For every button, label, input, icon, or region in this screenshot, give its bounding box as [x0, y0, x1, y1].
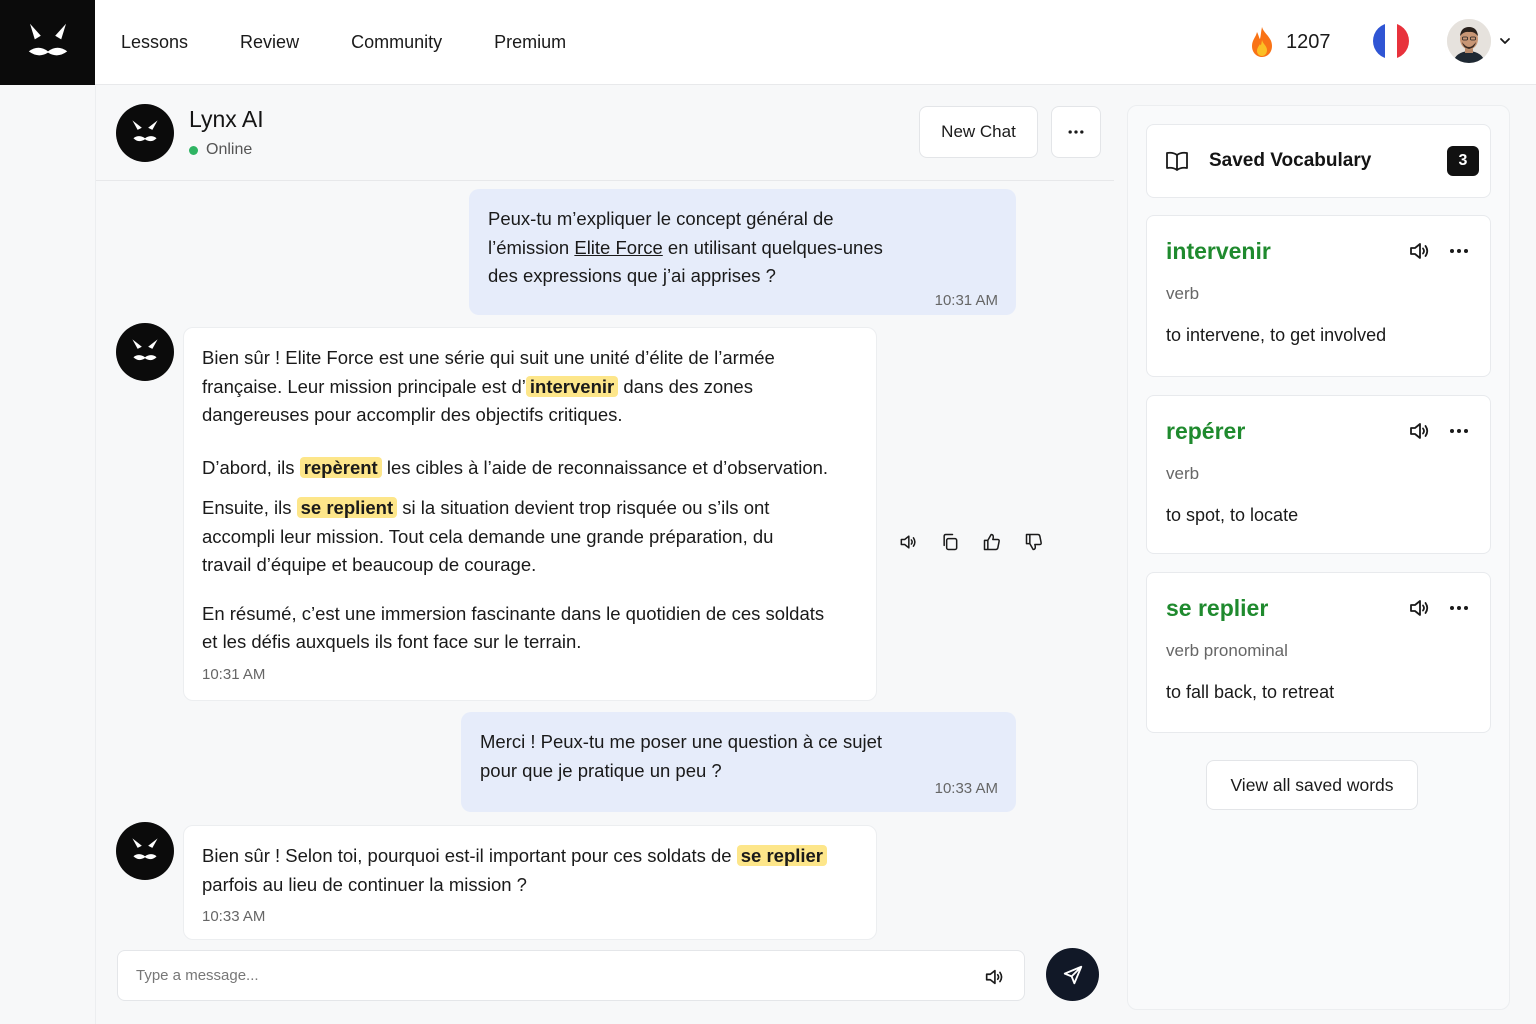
speaker-icon[interactable] — [1407, 596, 1431, 620]
message-text: Bien sûr ! Selon toi, pourquoi est-il im… — [202, 845, 737, 866]
bot-avatar — [116, 104, 174, 162]
message-actions — [898, 532, 1044, 552]
more-icon[interactable] — [1447, 419, 1471, 443]
show-link[interactable]: Elite Force — [574, 237, 662, 258]
thumbs-down-icon[interactable] — [1024, 532, 1044, 552]
nav-item-premium[interactable]: Premium — [494, 32, 566, 53]
vocab-definition: to spot, to locate — [1166, 505, 1299, 525]
saved-vocabulary-title: Saved Vocabulary — [1209, 150, 1372, 171]
message-line: Bien sûr ! Elite Force est une série qui… — [202, 347, 775, 368]
vocab-card[interactable]: se replier verb pronominal to fall back,… — [1146, 572, 1491, 733]
message-line: Bien sûr ! Selon toi, pourquoi est-il im… — [202, 842, 858, 871]
vocab-definition: to fall back, to retreat — [1166, 682, 1335, 702]
message-line: D’abord, ils repèrent les cibles à l’aid… — [202, 454, 858, 483]
streak-count: 1207 — [1286, 30, 1331, 53]
message-line: Merci ! Peux-tu me poser une question à … — [480, 731, 883, 752]
message-composer — [117, 950, 1025, 1001]
vocab-highlight[interactable]: se replient — [296, 497, 398, 518]
message-input[interactable] — [136, 951, 956, 1000]
saved-vocabulary-panel: Saved Vocabulary 3 intervenir verb to in… — [1127, 105, 1510, 1010]
vocab-card[interactable]: intervenir verb to intervene, to get inv… — [1146, 215, 1491, 377]
message-line: accompli leur mission. Tout cela demande… — [202, 525, 774, 547]
avatar[interactable] — [1447, 19, 1491, 63]
message-line: parfois au lieu de continuer la mission … — [202, 873, 527, 895]
more-icon[interactable] — [1447, 239, 1471, 263]
message-line: l’émission Elite Force en utilisant quel… — [488, 234, 998, 263]
speaker-icon[interactable] — [1407, 239, 1431, 263]
bot-status: Online — [189, 141, 252, 159]
message-line: et les défis auxquels ils font face sur … — [202, 631, 582, 652]
nav-item-lessons[interactable]: Lessons — [121, 32, 188, 53]
more-icon — [1066, 122, 1086, 142]
vocab-part-of-speech: verb pronominal — [1166, 641, 1288, 660]
speaker-icon[interactable] — [983, 966, 1005, 988]
speaker-icon[interactable] — [1407, 419, 1431, 443]
vocab-highlight[interactable]: intervenir — [525, 375, 619, 397]
message-text: française. Leur mission principale est d… — [202, 375, 526, 397]
message-text: D’abord, ils — [202, 456, 300, 478]
nav-item-community[interactable]: Community — [351, 32, 442, 53]
bot-name: Lynx AI — [189, 106, 264, 132]
vocab-word: repérer — [1166, 418, 1246, 444]
view-all-saved-words-button[interactable]: View all saved words — [1206, 760, 1418, 810]
message-text: l’émission — [488, 236, 575, 258]
send-icon — [1063, 965, 1082, 984]
vocab-card[interactable]: repérer verb to spot, to locate — [1146, 395, 1491, 554]
bot-status-text: Online — [206, 141, 253, 158]
saved-vocabulary-header[interactable]: Saved Vocabulary 3 — [1146, 124, 1491, 198]
nav-item-review[interactable]: Review — [240, 32, 299, 53]
bot-avatar — [116, 822, 174, 880]
vocab-highlight[interactable]: repèrent — [299, 456, 382, 478]
chat-panel: Lynx AI Online New Chat Peux-tu m’expliq… — [95, 86, 1114, 1024]
new-chat-button[interactable]: New Chat — [919, 106, 1038, 158]
message-text: Ensuite, ils — [202, 497, 297, 518]
speaker-icon[interactable] — [898, 532, 918, 552]
message-line: En résumé, c’est une immersion fascinant… — [202, 602, 825, 624]
message-line: Peux-tu m’expliquer le concept général d… — [488, 208, 834, 229]
message-timestamp: 10:31 AM — [202, 665, 266, 683]
chat-header: Lynx AI Online New Chat — [96, 86, 1114, 181]
message-line: dangereuses pour accomplir des objectifs… — [202, 404, 623, 425]
user-message: Peux-tu m’expliquer le concept général d… — [469, 189, 1016, 315]
message-line: Ensuite, ils se replient si la situation… — [202, 494, 858, 523]
message-line: des expressions que j’ai apprises ? — [488, 265, 776, 286]
saved-count-badge: 3 — [1447, 146, 1479, 176]
message-line: française. Leur mission principale est d… — [202, 373, 858, 402]
message-timestamp: 10:33 AM — [202, 908, 266, 925]
vocab-highlight[interactable]: se replier — [736, 845, 828, 866]
vocab-word: se replier — [1166, 595, 1269, 621]
bot-avatar — [116, 323, 174, 381]
thumbs-up-icon[interactable] — [982, 532, 1002, 552]
message-text: dans des zones — [618, 375, 753, 397]
lynx-logo-icon[interactable] — [0, 0, 95, 85]
book-icon — [1166, 151, 1188, 171]
bot-message: Bien sûr ! Elite Force est une série qui… — [183, 327, 877, 701]
message-text: si la situation devient trop risquée ou … — [397, 497, 770, 518]
streak-counter[interactable]: 1207 — [1248, 26, 1331, 58]
vocab-part-of-speech: verb — [1166, 284, 1200, 303]
online-indicator — [189, 145, 198, 155]
send-button[interactable] — [1046, 948, 1099, 1001]
french-flag-icon[interactable] — [1373, 23, 1409, 59]
vocab-word: intervenir — [1166, 238, 1271, 264]
message-timestamp: 10:31 AM — [934, 291, 998, 309]
message-text: en utilisant quelques-unes — [662, 236, 883, 258]
vocab-definition: to intervene, to get involved — [1166, 325, 1387, 345]
chevron-down-icon[interactable] — [1498, 34, 1512, 48]
bot-message: Bien sûr ! Selon toi, pourquoi est-il im… — [183, 825, 877, 940]
copy-icon[interactable] — [940, 532, 960, 552]
top-navigation-bar: Lessons Review Community Premium 1207 — [0, 0, 1536, 85]
message-line: travail d’équipe et beaucoup de courage. — [202, 554, 537, 575]
main-nav: Lessons Review Community Premium — [121, 0, 618, 84]
message-text: les cibles à l’aide de reconnaissance et… — [381, 456, 829, 478]
flame-icon — [1252, 27, 1272, 57]
more-icon[interactable] — [1447, 596, 1471, 620]
more-options-button[interactable] — [1051, 106, 1101, 158]
vocab-part-of-speech: verb — [1166, 464, 1200, 483]
user-message: Merci ! Peux-tu me poser une question à … — [461, 712, 1016, 812]
